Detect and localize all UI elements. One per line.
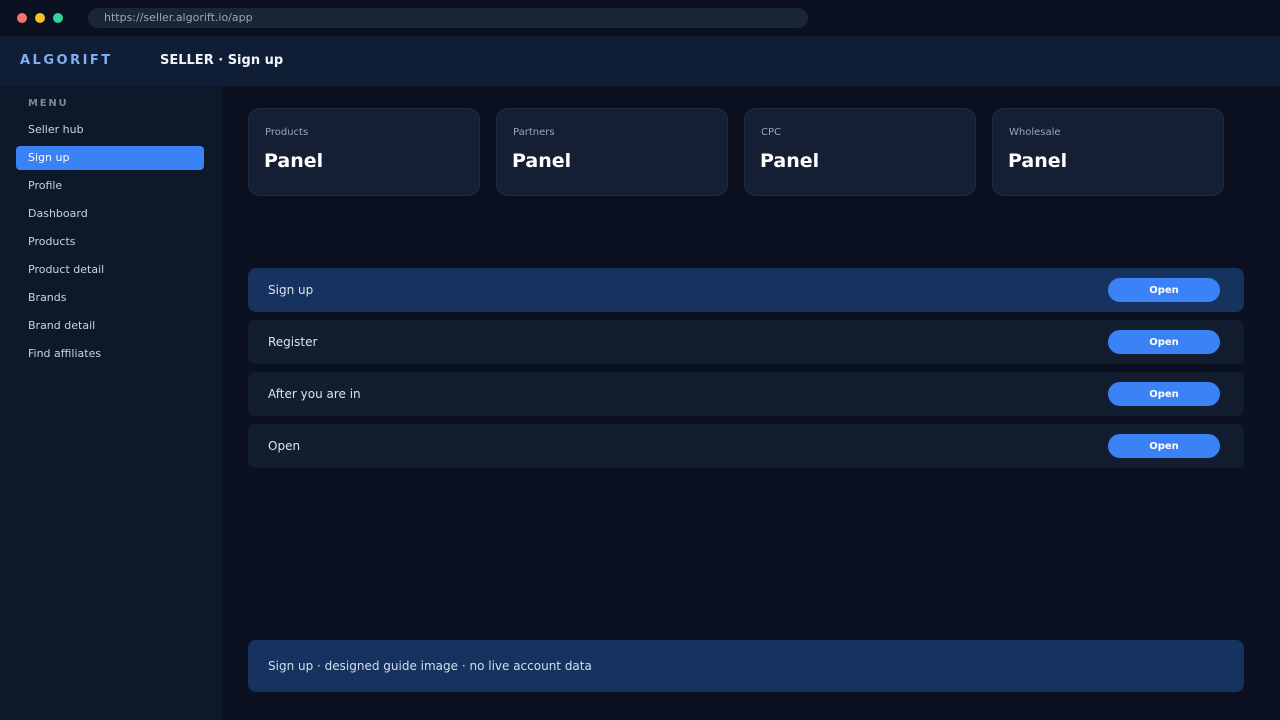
partners-panel-card: Partners Panel	[496, 108, 728, 196]
open-after-you-are-in-button[interactable]: Open	[1108, 382, 1220, 406]
step-row-after-you-are-in: After you are in Open	[248, 372, 1244, 416]
sidebar-item-find-affiliates[interactable]: Find affiliates	[16, 342, 204, 366]
row-label: Open	[268, 439, 301, 453]
address-bar[interactable]: https://seller.algorift.io/app	[88, 8, 808, 28]
sidebar-item-products[interactable]: Products	[16, 230, 204, 254]
step-row-open: Open Open	[248, 424, 1244, 468]
card-label: Products	[265, 127, 309, 138]
sidebar-item-brand-detail[interactable]: Brand detail	[16, 314, 204, 338]
page-title: SELLER · Sign up	[160, 53, 284, 68]
sidebar-nav: Seller hub Sign up Profile Dashboard Pro…	[16, 118, 204, 370]
card-value: Panel	[264, 150, 324, 172]
footer-text: Sign up · designed guide image · no live…	[268, 659, 592, 673]
sidebar-item-sign-up[interactable]: Sign up	[16, 146, 204, 170]
app-header: ALGORIFT SELLER · Sign up	[0, 36, 1280, 86]
sidebar-item-product-detail[interactable]: Product detail	[16, 258, 204, 282]
cpc-panel-card: CPC Panel	[744, 108, 976, 196]
card-value: Panel	[1008, 150, 1068, 172]
step-row-register: Register Open	[248, 320, 1244, 364]
card-value: Panel	[512, 150, 572, 172]
products-panel-card: Products Panel	[248, 108, 480, 196]
wholesale-panel-card: Wholesale Panel	[992, 108, 1224, 196]
open-open-button[interactable]: Open	[1108, 434, 1220, 458]
menu-heading: MENU	[28, 98, 69, 109]
minimize-window-icon[interactable]	[35, 13, 45, 23]
close-window-icon[interactable]	[17, 13, 27, 23]
maximize-window-icon[interactable]	[53, 13, 63, 23]
sidebar: MENU Seller hub Sign up Profile Dashboar…	[0, 86, 222, 720]
brand-logo: ALGORIFT	[20, 53, 113, 68]
row-label: Sign up	[268, 283, 314, 297]
row-label: After you are in	[268, 387, 361, 401]
step-row-sign-up: Sign up Open	[248, 268, 1244, 312]
browser-chrome: https://seller.algorift.io/app	[0, 0, 1280, 36]
footer-note: Sign up · designed guide image · no live…	[248, 640, 1244, 692]
sidebar-item-profile[interactable]: Profile	[16, 174, 204, 198]
sidebar-item-brands[interactable]: Brands	[16, 286, 204, 310]
open-register-button[interactable]: Open	[1108, 330, 1220, 354]
card-value: Panel	[760, 150, 820, 172]
row-label: Register	[268, 335, 318, 349]
sidebar-item-seller-hub[interactable]: Seller hub	[16, 118, 204, 142]
open-sign-up-button[interactable]: Open	[1108, 278, 1220, 302]
sidebar-item-dashboard[interactable]: Dashboard	[16, 202, 204, 226]
card-label: Partners	[513, 127, 555, 138]
card-label: Wholesale	[1009, 127, 1061, 138]
card-label: CPC	[761, 127, 781, 138]
